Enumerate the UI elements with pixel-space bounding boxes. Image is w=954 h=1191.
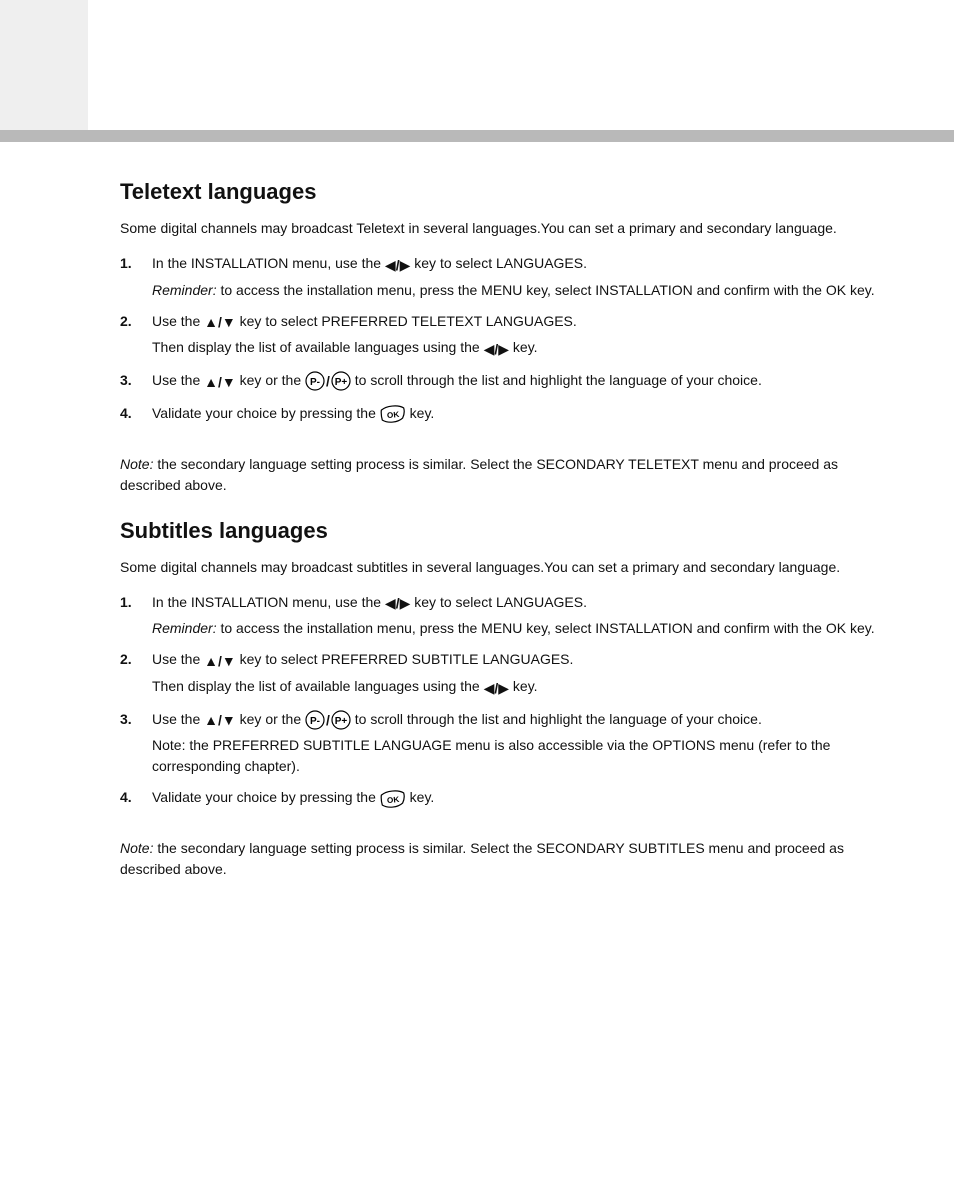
- step-number: 3.: [120, 370, 138, 397]
- p-minus-icon: P-: [305, 710, 325, 730]
- left-right-icon: ◀/▶: [484, 339, 509, 360]
- step-text: In the INSTALLATION menu, use the ◀/▶ ke…: [152, 592, 880, 615]
- step-number: 4.: [120, 787, 138, 812]
- step-number: 2.: [120, 649, 138, 702]
- step-subtext: Then display the list of available langu…: [152, 676, 880, 699]
- up-down-icon: ▲/▼: [204, 372, 236, 393]
- teletext-lead: Some digital channels may broadcast Tele…: [120, 218, 880, 239]
- teletext-note: Note: the secondary language setting pro…: [120, 454, 880, 496]
- step-number: 1.: [120, 253, 138, 305]
- ok-key-icon: OK: [379, 404, 407, 425]
- step-number: 1.: [120, 592, 138, 644]
- step-text: Use the ▲/▼ key to select PREFERRED TELE…: [152, 311, 880, 334]
- subtitles-note: Note: the secondary language setting pro…: [120, 838, 880, 880]
- left-right-icon: ◀/▶: [385, 593, 410, 614]
- side-tab: [0, 0, 88, 130]
- step-text: Validate your choice by pressing the OK …: [152, 403, 880, 424]
- document-body: Teletext languages Some digital channels…: [120, 175, 880, 898]
- step-text: Use the ▲/▼ key to select PREFERRED SUBT…: [152, 649, 880, 672]
- step-text: In the INSTALLATION menu, use the ◀/▶ ke…: [152, 253, 880, 276]
- ok-key-icon: OK: [379, 788, 407, 809]
- step-text: Validate your choice by pressing the OK …: [152, 787, 880, 808]
- up-down-icon: ▲/▼: [204, 710, 236, 731]
- svg-text:P-: P-: [310, 716, 320, 727]
- step-number: 3.: [120, 709, 138, 782]
- up-down-icon: ▲/▼: [204, 312, 236, 333]
- p-plus-icon: P+: [331, 710, 351, 730]
- step-subtext: Note: the PREFERRED SUBTITLE LANGUAGE me…: [152, 735, 880, 777]
- step-subtext: Reminder: to access the installation men…: [152, 618, 880, 639]
- svg-text:P+: P+: [335, 716, 348, 727]
- left-right-icon: ◀/▶: [484, 678, 509, 699]
- step-number: 2.: [120, 311, 138, 364]
- p-minus-icon: P-: [305, 371, 325, 391]
- svg-text:P+: P+: [335, 377, 348, 388]
- step-subtext: Then display the list of available langu…: [152, 337, 880, 360]
- step-subtext: Reminder: to access the installation men…: [152, 280, 880, 301]
- teletext-steps: 1. In the INSTALLATION menu, use the ◀/▶…: [120, 253, 880, 428]
- subtitles-steps: 1. In the INSTALLATION menu, use the ◀/▶…: [120, 592, 880, 813]
- svg-text:P-: P-: [310, 377, 320, 388]
- up-down-icon: ▲/▼: [204, 651, 236, 672]
- step-number: 4.: [120, 403, 138, 428]
- heading-teletext: Teletext languages: [120, 175, 880, 208]
- step-text: Use the ▲/▼ key or the P- / P+ to scroll…: [152, 709, 880, 732]
- svg-text:OK: OK: [386, 410, 399, 420]
- svg-text:OK: OK: [386, 795, 399, 805]
- step-text: Use the ▲/▼ key or the P- / P+ to scroll…: [152, 370, 880, 393]
- p-plus-icon: P+: [331, 371, 351, 391]
- left-right-icon: ◀/▶: [385, 255, 410, 276]
- subtitles-lead: Some digital channels may broadcast subt…: [120, 557, 880, 578]
- header-divider: [0, 130, 954, 142]
- heading-subtitles: Subtitles languages: [120, 514, 880, 547]
